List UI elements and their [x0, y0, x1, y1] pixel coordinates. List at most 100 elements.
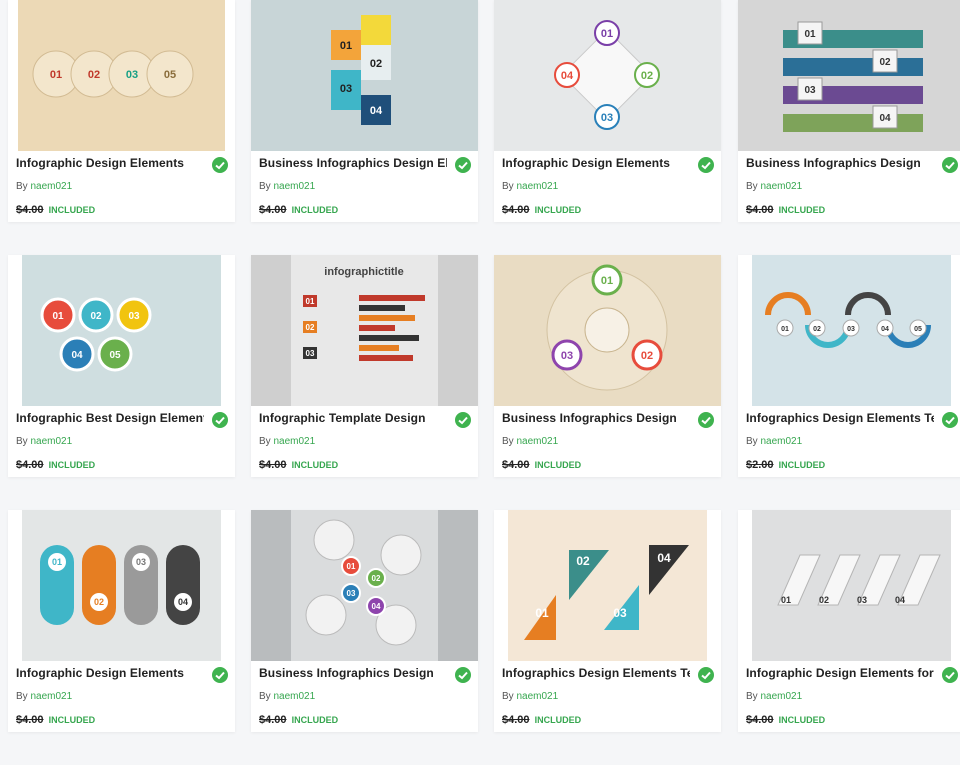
included-badge: INCLUDED — [48, 460, 96, 470]
product-thumbnail[interactable]: 01 02 03 04 05 — [738, 255, 960, 406]
product-card[interactable]: 01 02 03 04 Infographic Design Elements … — [8, 510, 235, 732]
thumb-badge: 02 — [813, 326, 821, 333]
author-line: By naem021 — [746, 691, 802, 702]
product-thumbnail[interactable]: 01 02 03 04 — [8, 510, 235, 661]
product-card[interactable]: 01 02 03 04 Business Infographics Design… — [738, 0, 960, 222]
product-card[interactable]: 01 02 03 05 Infographic Design Elements … — [8, 0, 235, 222]
thumb-badge: 05 — [164, 69, 176, 81]
check-icon — [212, 157, 228, 173]
thumb-badge: 04 — [879, 113, 891, 124]
product-title[interactable]: Business Infographics Design — [746, 156, 934, 170]
product-thumbnail[interactable]: 01 02 03 04 05 — [8, 255, 235, 406]
price: $4.00 — [259, 714, 287, 726]
price: $4.00 — [259, 459, 287, 471]
author-line: By naem021 — [16, 181, 72, 192]
product-title[interactable]: Business Infographics Design — [259, 666, 447, 680]
author-link[interactable]: naem021 — [273, 691, 315, 702]
product-card[interactable]: 01 02 03 04 Infographic Design Elements … — [738, 510, 960, 732]
product-thumbnail[interactable]: 01 02 03 04 — [494, 510, 721, 661]
product-card[interactable]: 01 02 03 04 05 Infographic Best Design E… — [8, 255, 235, 477]
author-link[interactable]: naem021 — [30, 691, 72, 702]
product-title[interactable]: Infographics Design Elements Te — [746, 411, 934, 425]
thumb-badge: 02 — [88, 69, 100, 81]
included-badge: INCLUDED — [778, 205, 826, 215]
thumb-badge: 01 — [52, 557, 62, 567]
product-title[interactable]: Infographic Template Design — [259, 411, 447, 425]
product-card[interactable]: 01 02 03 04 Infographic Design Elements … — [494, 0, 721, 222]
product-title[interactable]: Business Infographics Design — [502, 411, 690, 425]
thumb-badge: 02 — [372, 574, 381, 583]
included-badge: INCLUDED — [48, 205, 96, 215]
author-link[interactable]: naem021 — [273, 436, 315, 447]
author-link[interactable]: naem021 — [516, 436, 558, 447]
product-title[interactable]: Infographics Design Elements Te — [502, 666, 690, 680]
by-label: By — [746, 436, 758, 447]
product-thumbnail[interactable]: 01 02 03 — [494, 255, 721, 406]
price-line: $2.00 INCLUDED — [746, 459, 825, 471]
thumb-badge: 04 — [372, 602, 381, 611]
check-icon — [698, 157, 714, 173]
product-card[interactable]: 01 02 03 04 05 Infographics Design Eleme… — [738, 255, 960, 477]
included-badge: INCLUDED — [291, 460, 339, 470]
thumb-badge: 03 — [306, 349, 315, 358]
author-line: By naem021 — [259, 436, 315, 447]
check-icon — [212, 412, 228, 428]
price-line: $4.00 INCLUDED — [259, 714, 338, 726]
by-label: By — [259, 436, 271, 447]
author-link[interactable]: naem021 — [760, 436, 802, 447]
price: $4.00 — [16, 459, 44, 471]
product-card[interactable]: 01 02 03 04 Infographics Design Elements… — [494, 510, 721, 732]
product-card[interactable]: 01 02 03 04 Business Infographics Design… — [251, 0, 478, 222]
by-label: By — [259, 181, 271, 192]
author-link[interactable]: naem021 — [30, 436, 72, 447]
check-icon — [455, 157, 471, 173]
thumb-badge: 01 — [601, 28, 613, 40]
product-grid: 01 02 03 05 Infographic Design Elements … — [0, 0, 960, 765]
product-thumbnail[interactable]: 01 02 03 04 — [494, 0, 721, 151]
price: $4.00 — [502, 204, 530, 216]
author-link[interactable]: naem021 — [760, 181, 802, 192]
product-card[interactable]: 01 02 03 Business Infographics Design By… — [494, 255, 721, 477]
product-thumbnail[interactable]: 01 02 03 04 — [738, 510, 960, 661]
thumb-badge: 02 — [576, 554, 590, 568]
price: $4.00 — [259, 204, 287, 216]
thumb-badge: 04 — [561, 70, 574, 82]
thumb-badge: 03 — [136, 557, 146, 567]
product-thumbnail[interactable]: infographictitle 01 02 03 — [251, 255, 478, 406]
thumb-badge: 04 — [178, 597, 188, 607]
price-line: $4.00 INCLUDED — [259, 204, 338, 216]
by-label: By — [502, 691, 514, 702]
author-link[interactable]: naem021 — [30, 181, 72, 192]
author-link[interactable]: naem021 — [516, 181, 558, 192]
thumb-badge: 03 — [601, 112, 613, 124]
product-thumbnail[interactable]: 01 02 03 04 — [738, 0, 960, 151]
product-title[interactable]: Infographic Design Elements — [16, 666, 204, 680]
product-title[interactable]: Infographic Design Elements for — [746, 666, 934, 680]
product-card[interactable]: 01 02 03 04 Business Infographics Design… — [251, 510, 478, 732]
price-line: $4.00 INCLUDED — [502, 204, 581, 216]
product-title[interactable]: Infographic Design Elements — [502, 156, 690, 170]
product-title[interactable]: Infographic Design Elements — [16, 156, 204, 170]
thumb-badge: 05 — [914, 326, 922, 333]
author-link[interactable]: naem021 — [760, 691, 802, 702]
price-line: $4.00 INCLUDED — [16, 714, 95, 726]
author-line: By naem021 — [16, 691, 72, 702]
product-title[interactable]: Infographic Best Design Element — [16, 411, 204, 425]
product-title[interactable]: Business Infographics Design Ele — [259, 156, 447, 170]
author-link[interactable]: naem021 — [516, 691, 558, 702]
product-card[interactable]: infographictitle 01 02 03 Infographic Te… — [251, 255, 478, 477]
included-badge: INCLUDED — [534, 715, 582, 725]
thumb-badge: 01 — [50, 69, 62, 81]
thumb-badge: 01 — [535, 606, 549, 620]
author-link[interactable]: naem021 — [273, 181, 315, 192]
by-label: By — [16, 436, 28, 447]
product-thumbnail[interactable]: 01 02 03 04 — [251, 0, 478, 151]
thumb-badge: 01 — [804, 29, 816, 40]
thumb-badge: 02 — [370, 58, 382, 70]
price: $4.00 — [16, 204, 44, 216]
product-thumbnail[interactable]: 01 02 03 05 — [8, 0, 235, 151]
price-line: $4.00 INCLUDED — [259, 459, 338, 471]
product-thumbnail[interactable]: 01 02 03 04 — [251, 510, 478, 661]
thumb-badge: 01 — [340, 40, 352, 52]
thumb-badge: 03 — [347, 589, 356, 598]
